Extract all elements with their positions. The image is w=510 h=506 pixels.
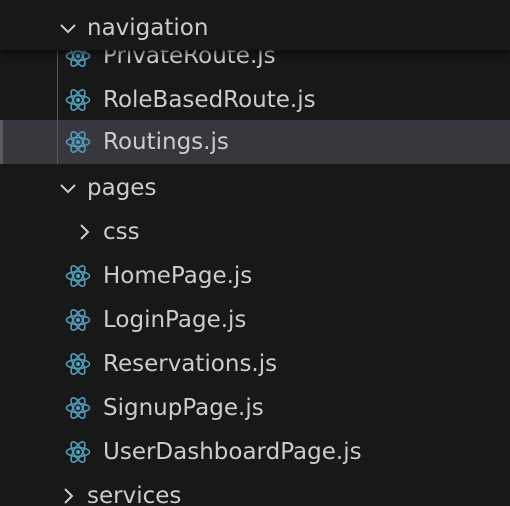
file-label: Reservations.js (103, 351, 278, 377)
react-icon (64, 306, 92, 334)
folder-label: services (87, 483, 182, 506)
file-label: UserDashboardPage.js (103, 439, 362, 465)
chevron-down-icon (56, 16, 80, 40)
folder-label: css (103, 219, 140, 245)
file-label: LoginPage.js (103, 307, 247, 333)
folder-row-services[interactable]: services (0, 474, 510, 506)
file-label: RoleBasedRoute.js (103, 87, 316, 113)
file-row-loginpage[interactable]: LoginPage.js (0, 298, 510, 342)
file-explorer-tree: navigation PrivateRoute.js RoleBasedRout… (0, 0, 510, 506)
folder-row-css[interactable]: css (0, 210, 510, 254)
react-icon (64, 394, 92, 422)
react-icon (64, 438, 92, 466)
folder-label: navigation (87, 15, 209, 41)
file-row-userdashboardpage[interactable]: UserDashboardPage.js (0, 430, 510, 474)
file-label: Routings.js (103, 129, 229, 155)
file-row-reservations[interactable]: Reservations.js (0, 342, 510, 386)
react-icon (64, 350, 92, 378)
file-row-homepage[interactable]: HomePage.js (0, 254, 510, 298)
indent-guide (57, 44, 58, 164)
react-icon (64, 262, 92, 290)
file-row-rolebasedroute[interactable]: RoleBasedRoute.js (0, 78, 510, 122)
file-label: HomePage.js (103, 263, 253, 289)
chevron-down-icon (56, 176, 80, 200)
react-icon (64, 86, 92, 114)
folder-row-pages[interactable]: pages (0, 166, 510, 210)
file-row-routings[interactable]: Routings.js (0, 120, 510, 164)
react-icon (64, 128, 92, 156)
chevron-right-icon (56, 484, 80, 506)
folder-row-navigation[interactable]: navigation (0, 6, 510, 50)
file-label: SignupPage.js (103, 395, 264, 421)
file-row-signuppage[interactable]: SignupPage.js (0, 386, 510, 430)
folder-label: pages (87, 175, 157, 201)
chevron-right-icon (72, 220, 96, 244)
